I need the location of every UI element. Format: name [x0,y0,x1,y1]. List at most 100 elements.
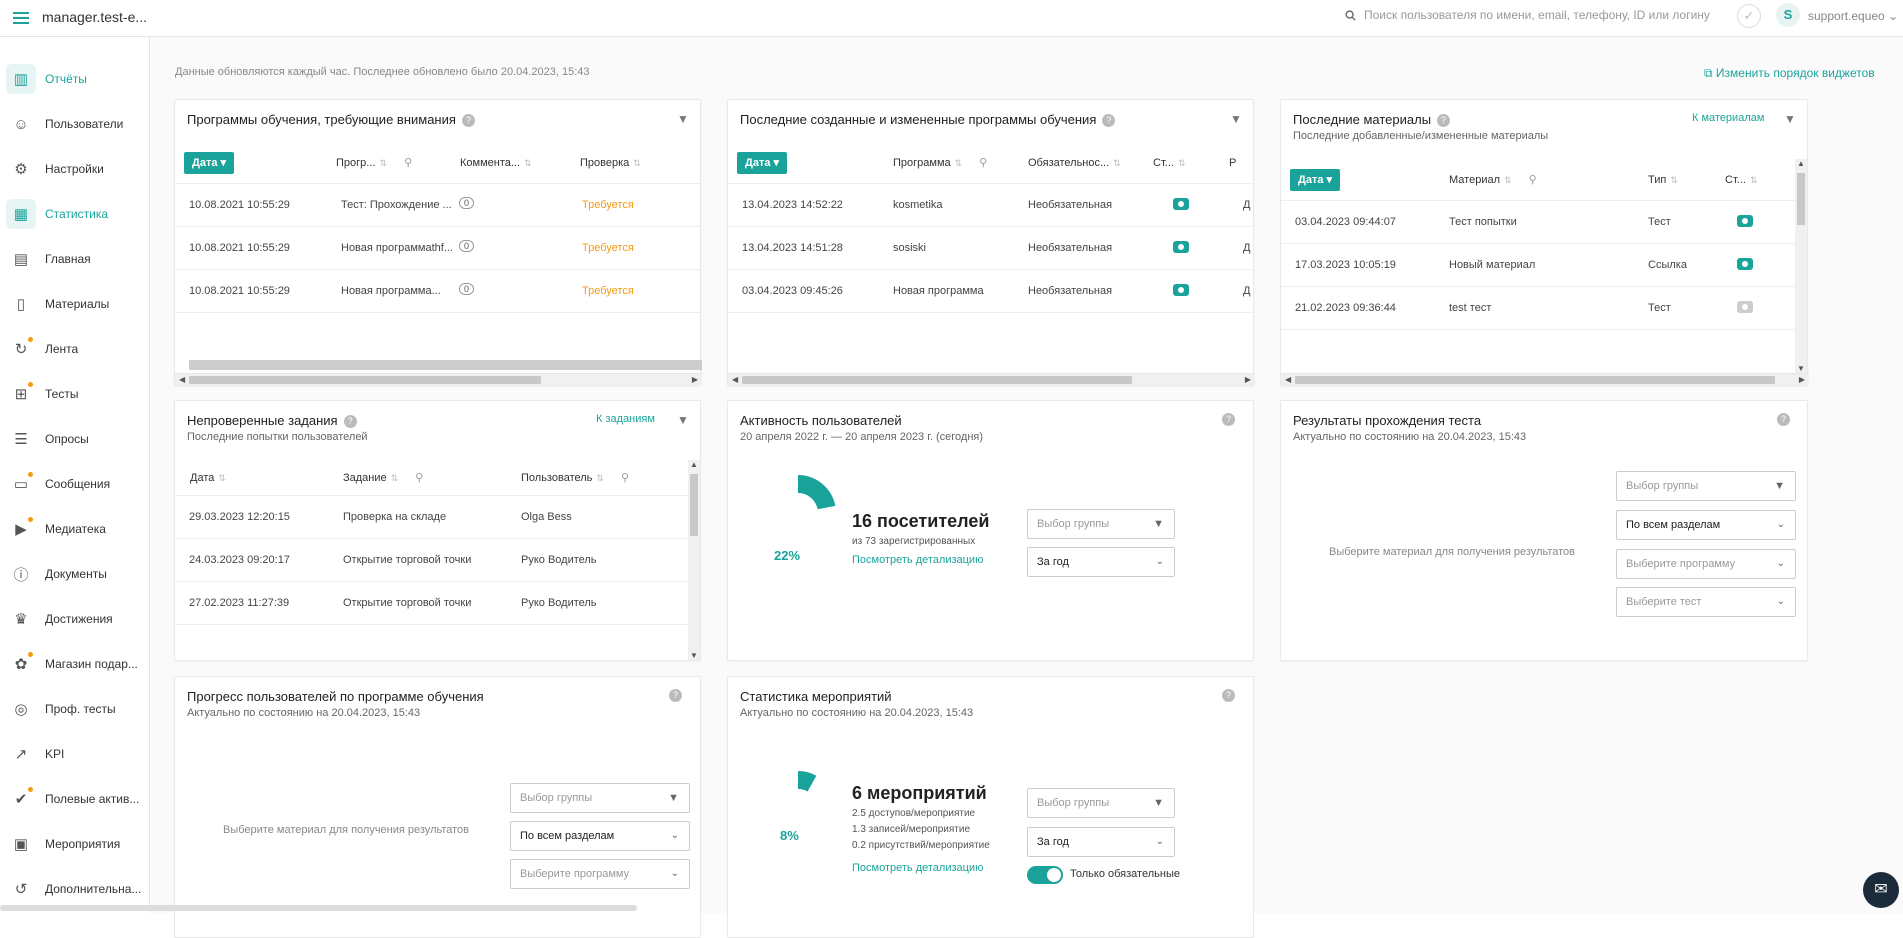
sidebar-item[interactable]: ♛ Достижения [0,601,149,637]
group-select[interactable]: Выбор группы ▼ [1027,509,1175,539]
search-input[interactable]: Поиск пользователя по имени, email, теле… [1364,8,1710,22]
eye-icon[interactable] [1173,198,1189,210]
sidebar-item[interactable]: ↗ KPI [0,736,149,772]
table-row[interactable]: 17.03.2023 10:05:19 Новый материал Ссылка [1281,244,1795,287]
column-header[interactable]: Тип ⇅ [1648,174,1678,186]
program-select[interactable]: Выберите программу ⌄ [510,859,690,889]
table-row[interactable]: 21.02.2023 09:36:44 test тест Тест [1281,287,1795,330]
sidebar-item[interactable]: ↻ Лента [0,331,149,367]
period-select[interactable]: За год ⌄ [1027,827,1175,857]
help-icon[interactable]: ? [1102,114,1116,128]
help-icon[interactable]: ? [1222,413,1235,426]
column-header[interactable]: Проверка ⇅ [580,157,641,169]
table-row[interactable]: 03.04.2023 09:44:07 Тест попытки Тест [1281,201,1795,244]
eye-icon[interactable] [1737,258,1753,270]
sidebar-item[interactable]: ✔ Полевые актив... [0,781,149,817]
sidebar-item[interactable]: ⓘ Документы [0,556,149,592]
sidebar-item[interactable]: ▭ Сообщения [0,466,149,502]
table-row[interactable]: 27.02.2023 11:27:39 Открытие торговой точ… [175,582,688,625]
test-select[interactable]: Выберите тест ⌄ [1616,587,1796,617]
filter-icon[interactable]: ▼ [1784,112,1796,126]
column-header[interactable]: Ст... ⇅ [1153,157,1185,169]
eye-icon[interactable] [1173,241,1189,253]
page-horizontal-scrollbar[interactable] [0,905,637,911]
column-header[interactable]: Материал ⇅ ⚲ [1449,173,1537,186]
sidebar-item[interactable]: ▶ Медиатека [0,511,149,547]
vertical-scrollbar[interactable]: ▲ ▼ [1795,159,1807,373]
sidebar-item[interactable]: ◎ Проф. тесты [0,691,149,727]
chat-icon[interactable]: ✉ [1863,872,1899,908]
sidebar-item[interactable]: ⊞ Тесты [0,376,149,412]
sections-select[interactable]: По всем разделам ⌄ [1616,510,1796,540]
menu-icon[interactable] [13,12,29,24]
eye-icon[interactable] [1737,215,1753,227]
horizontal-scrollbar[interactable]: ◀ ▶ [728,373,1255,385]
eye-icon[interactable] [1173,284,1189,296]
table-row[interactable]: 10.08.2021 10:55:29 Новая программаthf...… [175,227,702,270]
column-header[interactable]: Дата ⇅ [190,472,226,484]
widget-title: Результаты прохождения теста [1293,413,1482,428]
table-row[interactable]: 03.04.2023 09:45:26 Новая программа Необяз… [728,270,1255,313]
sidebar-item[interactable]: ☰ Опросы [0,421,149,457]
group-select[interactable]: Выбор группы ▼ [1616,471,1796,501]
column-header[interactable]: Коммента... ⇅ [460,157,532,169]
sidebar-item[interactable]: ▣ Мероприятия [0,826,149,862]
inner-scrollbar[interactable] [189,360,702,370]
sidebar-item[interactable]: ⚙ Настройки [0,151,149,187]
table-row[interactable]: 10.08.2021 10:55:29 Новая программа... 0 Тр… [175,270,702,313]
group-select[interactable]: Выбор группы ▼ [1027,788,1175,818]
eye-icon[interactable] [1737,301,1753,313]
help-icon[interactable]: ? [461,114,475,128]
app-title[interactable]: manager.test-e... [42,9,147,25]
table-row[interactable]: 13.04.2023 14:51:28 sosiski Необязательная… [728,227,1255,270]
help-icon[interactable]: ? [1777,413,1790,426]
to-tasks-link[interactable]: К заданиям [596,413,655,425]
column-header[interactable]: Обязательнос... ⇅ [1028,157,1121,169]
avatar[interactable]: S [1776,3,1800,27]
date-sort-button[interactable]: Дата ▾ [737,151,788,174]
to-materials-link[interactable]: К материалам [1692,112,1764,124]
help-icon[interactable]: ? [669,689,682,702]
help-icon[interactable]: ? [343,415,357,429]
help-icon[interactable]: ? [1437,114,1451,128]
column-header[interactable]: Пользователь ⇅ ⚲ [521,471,629,484]
filter-icon[interactable]: ▼ [677,112,689,126]
horizontal-scrollbar[interactable]: ◀ ▶ [1281,373,1809,385]
date-sort-button[interactable]: Дата ▾ [184,151,235,174]
table-row[interactable]: 10.08.2021 10:55:29 Тест: Прохождение ...… [175,184,702,227]
column-header[interactable]: Прогр... ⇅ ⚲ [336,156,412,169]
user-menu[interactable]: support.equeo ⌄ [1808,9,1898,23]
user-search[interactable]: Поиск пользователя по имени, email, теле… [1345,8,1710,22]
vertical-scrollbar[interactable]: ▲ ▼ [688,460,700,660]
group-select[interactable]: Выбор группы ▼ [510,783,690,813]
column-header[interactable]: Ст... ⇅ [1725,174,1757,186]
sidebar-item[interactable]: ▥ Отчёты [0,61,149,97]
table-row[interactable]: 29.03.2023 12:20:15 Проверка на складе Olg… [175,496,688,539]
mandatory-only-toggle[interactable] [1027,866,1063,884]
check-icon[interactable]: ✓ [1737,4,1761,28]
sidebar-item[interactable]: ✿ Магазин подар... [0,646,149,682]
column-header[interactable]: Р [1229,157,1236,169]
column-header[interactable]: Задание ⇅ ⚲ [343,471,423,484]
sidebar-item[interactable]: ▤ Главная [0,241,149,277]
table-cell: 24.03.2023 09:20:17 [189,554,290,566]
period-select[interactable]: За год ⌄ [1027,547,1175,577]
sidebar-item[interactable]: ▦ Статистика [0,196,149,232]
table-row[interactable]: 24.03.2023 09:20:17 Открытие торговой точ… [175,539,688,582]
sidebar-item[interactable]: ☺ Пользователи [0,106,149,142]
date-sort-button[interactable]: Дата ▾ [1290,168,1341,191]
reorder-widgets-button[interactable]: ⧉ Изменить порядок виджетов [1704,66,1875,81]
notification-dot [28,382,33,387]
filter-icon[interactable]: ▼ [1230,112,1242,126]
details-link[interactable]: Посмотреть детализацию [852,862,983,874]
sidebar-item[interactable]: ↺ Дополнительна... [0,871,149,907]
program-select[interactable]: Выберите программу ⌄ [1616,549,1796,579]
column-header[interactable]: Программа ⇅ ⚲ [893,156,987,169]
horizontal-scrollbar[interactable]: ◀ ▶ [175,373,702,385]
sections-select[interactable]: По всем разделам ⌄ [510,821,690,851]
details-link[interactable]: Посмотреть детализацию [852,554,983,566]
sidebar-item[interactable]: ▯ Материалы [0,286,149,322]
table-row[interactable]: 13.04.2023 14:52:22 kosmetika Необязательн… [728,184,1255,227]
help-icon[interactable]: ? [1222,689,1235,702]
filter-icon[interactable]: ▼ [677,413,689,427]
